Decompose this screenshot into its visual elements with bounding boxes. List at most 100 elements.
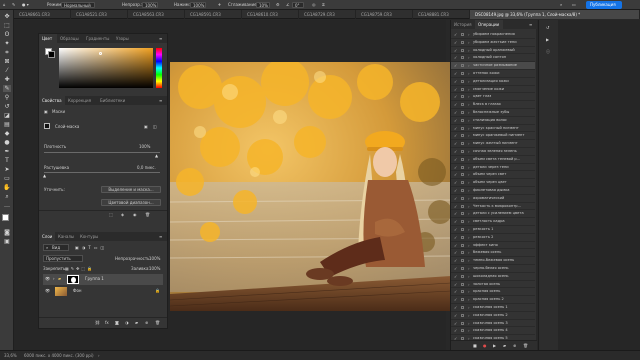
smoothing-field[interactable]: 10% <box>256 2 270 8</box>
dialog-toggle-box[interactable] <box>461 321 464 325</box>
color-range-button[interactable]: Цветовой диапазон... <box>101 199 161 206</box>
check-icon[interactable]: ✓ <box>454 235 457 240</box>
dialog-toggle-box[interactable] <box>461 173 464 177</box>
dialog-toggle-box[interactable] <box>461 290 464 294</box>
tab-history[interactable]: История <box>451 20 475 29</box>
dialog-toggle-box[interactable] <box>461 64 464 68</box>
pressure-size-icon[interactable]: ◎ <box>312 3 316 7</box>
action-item[interactable]: ✓ › убираем покраснения <box>451 31 535 39</box>
action-item[interactable]: ✓ › золотая осень <box>451 281 535 289</box>
action-item[interactable]: ✓ › эффект кино <box>451 242 535 250</box>
expand-chevron-icon[interactable]: › <box>468 71 470 76</box>
link-layers-icon[interactable]: ⛓ <box>95 321 100 325</box>
add-mask-icon[interactable]: ◙ <box>115 321 119 325</box>
doc-tab[interactable]: CG1A8759.CR3 <box>356 10 413 19</box>
panel-menu-icon[interactable]: ≡ <box>159 37 162 41</box>
hue-slider[interactable] <box>156 48 162 88</box>
expand-chevron-icon[interactable]: › <box>468 118 470 123</box>
tab-patterns[interactable]: Узоры <box>113 34 135 43</box>
dialog-toggle-box[interactable] <box>461 157 464 161</box>
dialog-toggle-box[interactable] <box>461 72 464 75</box>
play-icon[interactable]: ▶ <box>493 344 496 348</box>
action-item[interactable]: ✓ › черно-белая осень <box>451 265 535 273</box>
visibility-eye-icon[interactable]: 👁 <box>45 289 50 293</box>
tab-actions[interactable]: Операции <box>475 20 503 29</box>
action-item[interactable]: ✓ › детали через тени <box>451 164 535 172</box>
check-icon[interactable]: ✓ <box>454 258 457 263</box>
check-icon[interactable]: ✓ <box>454 63 457 68</box>
select-and-mask-button[interactable]: Выделение и маска... <box>101 186 161 193</box>
lock-icons[interactable]: ▦✎✥⬚🔒 <box>65 267 94 271</box>
expand-chevron-icon[interactable]: › <box>468 313 470 318</box>
tab-paths[interactable]: Контуры <box>77 232 101 241</box>
check-icon[interactable]: ✓ <box>454 126 457 131</box>
expand-chevron-icon[interactable]: › <box>468 180 470 185</box>
expand-chevron-icon[interactable]: › <box>468 55 470 60</box>
dialog-toggle-box[interactable] <box>461 95 464 99</box>
check-icon[interactable]: ✓ <box>454 149 457 154</box>
expand-chevron-icon[interactable]: › <box>468 79 470 84</box>
action-item[interactable]: ✓ › убираем жесткие тени <box>451 39 535 47</box>
expand-chevron-icon[interactable]: › <box>468 297 470 302</box>
load-selection-icon[interactable]: ⬚ <box>109 213 113 217</box>
expand-chevron-icon[interactable]: › <box>468 40 470 45</box>
history-brush-tool-icon[interactable]: ↺ <box>3 103 11 110</box>
action-item[interactable]: ✓ › сказочная осень 4 <box>451 327 535 336</box>
layer-filter-kind-select[interactable]: ⌕ Вид <box>43 244 69 251</box>
tab-channels[interactable]: Каналы <box>55 232 77 241</box>
action-item[interactable]: ✓ › резкость 1 <box>451 226 535 234</box>
expand-chevron-icon[interactable]: › <box>468 188 470 193</box>
check-icon[interactable]: ✓ <box>454 274 457 279</box>
workspace-icon[interactable]: ▭ <box>572 3 576 7</box>
action-item[interactable]: ✓ › красная осень <box>451 288 535 297</box>
dialog-toggle-box[interactable] <box>461 79 464 83</box>
check-icon[interactable]: ✓ <box>454 266 457 271</box>
doc-tab[interactable]: CG1A8521.CR3 <box>71 10 128 19</box>
action-item[interactable]: ✓ › детали с усилением цвета <box>451 210 535 219</box>
symmetry-icon[interactable]: ⧖ <box>322 3 325 7</box>
feather-slider-thumb[interactable]: ▲ <box>43 173 46 178</box>
new-group-icon[interactable]: ▰ <box>135 321 138 325</box>
action-item[interactable]: ✓ › сказочная осень 1 <box>451 304 535 312</box>
dialog-toggle-box[interactable] <box>461 56 464 60</box>
action-item[interactable]: ✓ › детализация кожи <box>451 78 535 86</box>
action-item[interactable]: ✓ › объем света теневой р... <box>451 156 535 164</box>
status-chevron-icon[interactable]: › <box>98 354 100 358</box>
frame-tool-icon[interactable]: ⊠ <box>3 58 11 65</box>
action-item[interactable]: ✓ › сказочная осень 3 <box>451 320 535 328</box>
blur-tool-icon[interactable]: ◆ <box>3 130 11 137</box>
quick-select-tool-icon[interactable]: ✦ <box>3 40 11 47</box>
dialog-toggle-box[interactable] <box>461 329 464 333</box>
expand-chevron-icon[interactable]: › <box>468 141 470 146</box>
doc-tab[interactable]: CG1A8591.CR3 <box>185 10 242 19</box>
dialog-toggle-box[interactable] <box>461 220 464 224</box>
dialog-toggle-box[interactable] <box>461 259 464 263</box>
doc-tab-active[interactable]: DSC08149.jpg @ 33,6% (Группа 1, Слой-мас… <box>470 10 640 19</box>
check-icon[interactable]: ✓ <box>454 282 457 287</box>
layer-row-background[interactable]: 👁 Фон 🔒 <box>43 286 163 297</box>
dialog-toggle-box[interactable] <box>461 126 464 130</box>
check-icon[interactable]: ✓ <box>454 133 457 138</box>
expand-chevron-icon[interactable]: › <box>468 157 470 162</box>
shape-tool-icon[interactable]: ▭ <box>3 175 11 182</box>
action-item[interactable]: ✓ › объем через свет <box>451 171 535 180</box>
check-icon[interactable]: ✓ <box>454 321 457 326</box>
dialog-toggle-box[interactable] <box>461 235 464 239</box>
panel-menu-icon[interactable]: ≡ <box>529 23 532 27</box>
check-icon[interactable]: ✓ <box>454 118 457 123</box>
expand-chevron-icon[interactable]: › <box>468 87 470 92</box>
expand-chevron-icon[interactable]: › <box>468 282 470 287</box>
density-slider[interactable] <box>44 152 160 153</box>
check-icon[interactable]: ✓ <box>454 48 457 53</box>
expand-chevron-icon[interactable]: › <box>468 328 470 333</box>
check-icon[interactable]: ✓ <box>454 204 457 209</box>
expand-chevron-icon[interactable]: › <box>468 149 470 154</box>
check-icon[interactable]: ✓ <box>454 196 457 201</box>
flow-field[interactable]: 100% <box>190 2 206 8</box>
check-icon[interactable]: ✓ <box>454 289 457 294</box>
stop-icon[interactable]: ■ <box>473 344 477 348</box>
check-icon[interactable]: ✓ <box>454 305 457 310</box>
check-icon[interactable]: ✓ <box>454 172 457 177</box>
move-tool-icon[interactable]: ✥ <box>3 13 11 20</box>
dialog-toggle-box[interactable] <box>461 274 464 278</box>
